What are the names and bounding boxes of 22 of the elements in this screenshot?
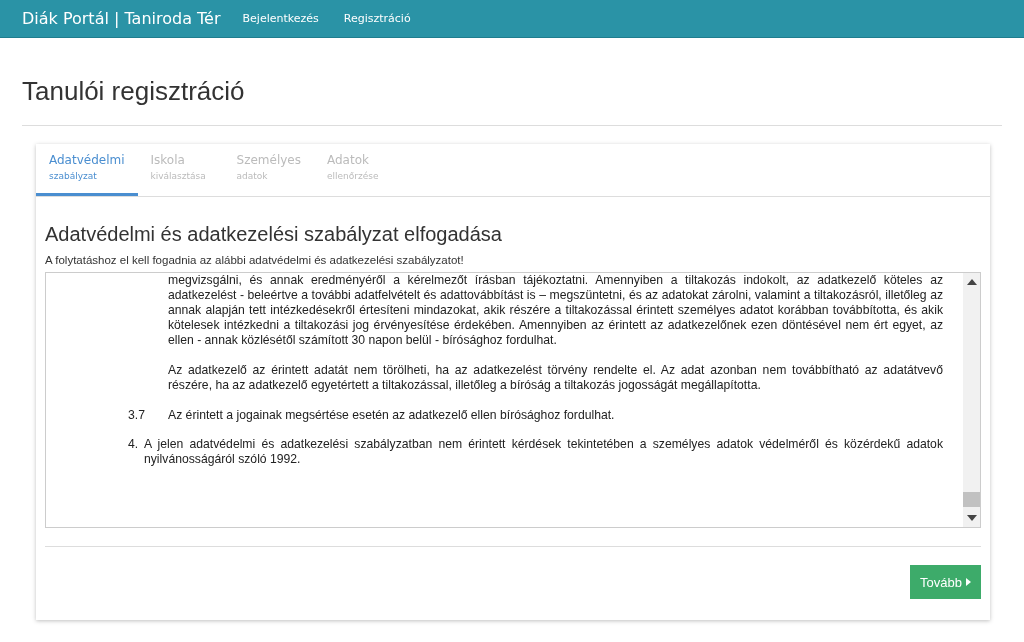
section-number: 4. (128, 437, 140, 453)
policy-paragraph: megvizsgálni, és annak eredményéről a kérelmezőt írásban tájékoztatni. Amennyiben a tiltakozás indokolt, az adatkezelő köteles az adatkezelést - beleértve a további adatfelvételt és adattovábbítást is – megszüntetni, és az adatokat zárolni, valamint a tiltakozásról, illetőleg az annak alapján tett intézkedésekről értesíteni mindazokat, akik részére a tiltakozással érintett személyes adatot korábban továbbította, és akik kötelesek intézkedni a tiltakozási jog érvényesítése érdekében. Amennyiben az érintett az adatkezelőnek ezen döntésével nem ért egyet, az ellen - annak közlésétől számított 30 napon belül - bírósághoz fordulhat. (168, 273, 943, 348)
scrollbar-thumb[interactable] (963, 492, 980, 507)
policy-paragraph: Az érintett a jogainak megsértése esetén az adatkezelő ellen bírósághoz fordulhat. (168, 408, 615, 423)
nav-link[interactable]: Bejelentkezés (242, 12, 319, 25)
clause-number: 3.7 (128, 408, 146, 423)
section-title: Adatvédelmi és adatkezelési szabályzat elfogadása (45, 223, 503, 246)
instruction-text: A folytatáshoz el kell fogadnia az alábbi adatvédelmi és adatkezelési szabályzatot! (45, 254, 465, 266)
scroll-down-icon[interactable] (966, 515, 977, 521)
nav-link[interactable]: Regisztráció (343, 12, 411, 25)
policy-paragraph: Az adatkezelő az érintett adatát nem törölheti, ha az adatkezelést törvény rendelte el. Az adat azonban nem továbbítható az adatátvevő részére, ha az adatkezelő egyetértett a tiltakozással, illetőleg a bíróság a tiltakozás jogosságát megállapította. (168, 363, 943, 393)
scrollbar[interactable] (963, 273, 980, 527)
scroll-up-icon[interactable] (966, 279, 977, 285)
brand-title[interactable]: Diák Portál | Taniroda Tér (22, 9, 221, 28)
step-tab[interactable]: Adatvédelmi szabályzat (36, 144, 138, 196)
step-tab[interactable]: Iskola kiválasztása (137, 144, 224, 196)
next-button[interactable]: Tovább (910, 565, 981, 599)
step-tab[interactable]: Adatok ellenőrzése (313, 144, 400, 196)
caret-icon (966, 578, 971, 586)
step-tab[interactable]: Személyes adatok (223, 144, 314, 196)
page-title: Tanulói regisztráció (22, 76, 246, 108)
policy-paragraph: A jelen adatvédelmi és adatkezelési szabályzatban nem érintett kérdések tekintetében a személyes adatok védelméről és közérdekű adatok nyilvánosságáról szóló 1992. (144, 437, 943, 467)
